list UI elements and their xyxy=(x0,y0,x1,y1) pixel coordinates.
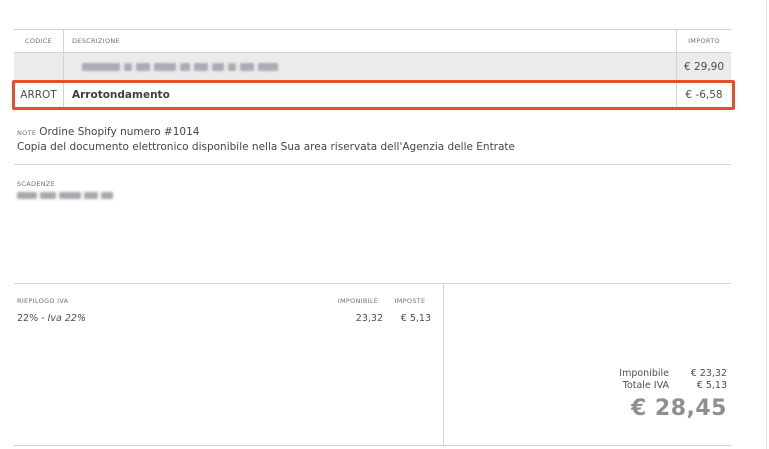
bottom-divider xyxy=(14,445,731,446)
scadenze-label: SCADENZE xyxy=(17,180,56,188)
notes-divider xyxy=(14,164,731,165)
taxable-total-label: Imponibile xyxy=(619,368,669,379)
totals-block: Imponibile € 23,32 Totale IVA € 5,13 € 2… xyxy=(527,368,727,421)
vat-rate-description: Iva 22% xyxy=(47,313,86,324)
vat-total-line: Totale IVA € 5,13 xyxy=(527,380,727,392)
vat-total-label: Totale IVA xyxy=(622,380,669,391)
notes-line-2: Copia del documento elettronico disponib… xyxy=(17,141,516,153)
row-description: Arrotondamento xyxy=(72,88,170,101)
notes-order-text: Ordine Shopify numero #1014 xyxy=(39,126,200,138)
header-code: CODICE xyxy=(14,30,64,52)
vat-label: RIEPILOGO IVA xyxy=(17,297,69,305)
notes-label: NOTE xyxy=(17,129,37,137)
vat-header-row: RIEPILOGO IVA IMPONIBILE IMPOSTE xyxy=(17,297,437,309)
row-code xyxy=(14,53,64,80)
vat-summary: RIEPILOGO IVA IMPONIBILE IMPOSTE 22% - I… xyxy=(17,297,437,329)
vat-total-value: € 5,13 xyxy=(696,380,727,391)
row-amount: € -6,58 xyxy=(676,81,731,108)
taxable-total-line: Imponibile € 23,32 xyxy=(527,368,727,380)
scadenze-section: SCADENZE xyxy=(17,180,317,199)
table-row: ARROT Arrotondamento € -6,58 xyxy=(14,81,731,109)
redacted-text xyxy=(82,62,278,71)
header-description: DESCRIZIONE xyxy=(72,37,120,45)
vat-taxable-value: 23,32 xyxy=(355,313,383,324)
taxable-total-value: € 23,32 xyxy=(690,368,727,379)
table-header-row: CODICE DESCRIZIONE IMPORTO xyxy=(14,30,731,53)
page-edge xyxy=(766,0,767,449)
vat-rate: 22% - Iva 22% xyxy=(17,313,86,324)
vat-taxable-header: IMPONIBILE xyxy=(337,297,379,305)
notes-line-1: NOTE Ordine Shopify numero #1014 xyxy=(17,125,727,140)
row-code: ARROT xyxy=(14,81,64,108)
vat-tax-value: € 5,13 xyxy=(400,313,431,324)
notes-section: NOTE Ordine Shopify numero #1014 Copia de… xyxy=(17,125,727,154)
items-table: CODICE DESCRIZIONE IMPORTO € 29,90 ARROT… xyxy=(14,30,731,109)
vat-summary-area: RIEPILOGO IVA IMPONIBILE IMPOSTE 22% - I… xyxy=(14,283,731,445)
header-amount: IMPORTO xyxy=(676,30,731,52)
row-amount: € 29,90 xyxy=(676,53,731,80)
vat-row: 22% - Iva 22% 23,32 € 5,13 xyxy=(17,313,437,329)
invoice-page: CODICE DESCRIZIONE IMPORTO € 29,90 ARROT… xyxy=(0,0,769,449)
redacted-text xyxy=(17,192,317,199)
vat-column-divider xyxy=(443,283,444,445)
row-description-redacted xyxy=(64,53,676,80)
table-row: € 29,90 xyxy=(14,53,731,81)
grand-total: € 28,45 xyxy=(630,396,727,421)
vat-rate-value: 22% - xyxy=(17,313,48,324)
vat-tax-header: IMPOSTE xyxy=(394,297,426,305)
